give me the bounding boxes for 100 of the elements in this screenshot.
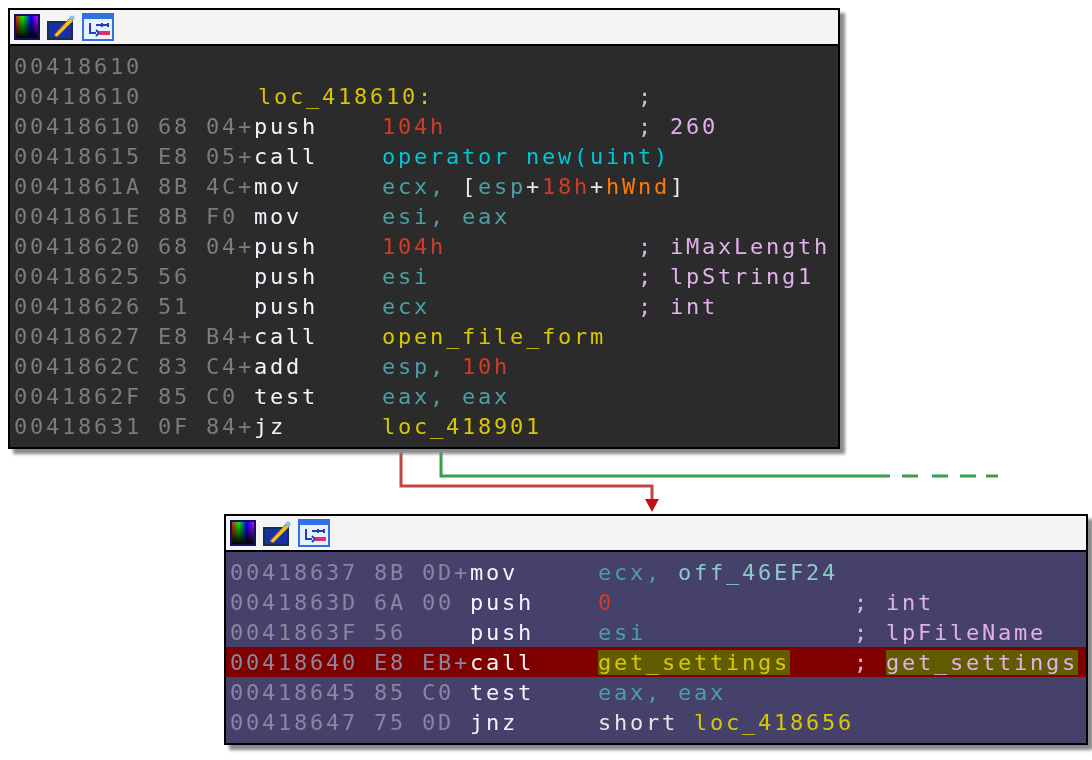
code-line[interactable]: 0041861A 8B 4C+mov ecx, [esp+18h+hWnd]	[10, 171, 838, 201]
opcode-bytes: 51	[158, 293, 191, 319]
mnemonic: add	[254, 353, 303, 379]
opcode-bytes: 68 04+	[158, 233, 254, 259]
address: 00418615	[14, 143, 143, 169]
opcode-bytes: 75 0D	[374, 709, 455, 735]
code-line[interactable]: 00418620 68 04+push 104h ; iMaxLength	[10, 231, 838, 261]
opcode-bytes: 8B F0	[158, 203, 239, 229]
operand: hWnd	[606, 173, 670, 199]
code-line[interactable]: 00418645 85 C0 test eax, eax	[226, 677, 1086, 707]
code-line[interactable]: 0041861E 8B F0 mov esi, eax	[10, 201, 838, 231]
operand: esi	[382, 263, 430, 289]
opcode-bytes: 0F 84+	[158, 413, 254, 439]
opcode-bytes: E8 B4+	[158, 323, 254, 349]
code-line[interactable]: 00418627 E8 B4+call open_file_form	[10, 321, 838, 351]
address: 00418626	[14, 293, 143, 319]
comment-text: ;	[638, 233, 654, 259]
mnemonic: test	[470, 679, 535, 705]
comment-text: 260	[670, 113, 718, 139]
code-line[interactable]: 0041862C 83 C4+add esp, 10h	[10, 351, 838, 381]
comment-text: iMaxLength	[670, 233, 830, 259]
code-line[interactable]: 00418610 loc_418610: ;	[10, 81, 838, 111]
mnemonic: push	[254, 263, 319, 289]
operand: off_46EF24	[678, 559, 838, 585]
operand: eax,	[382, 383, 446, 409]
address: 00418631	[14, 413, 143, 439]
operand: get_settings	[598, 649, 790, 675]
mnemonic: call	[254, 143, 319, 169]
comment-text: ;	[638, 83, 654, 109]
opcode-bytes: 85 C0	[158, 383, 239, 409]
code-line[interactable]: 00418610 68 04+push 104h ; 260	[10, 111, 838, 141]
pencil-icon[interactable]	[262, 519, 292, 547]
operand: 18h	[542, 173, 590, 199]
operand: esp,	[382, 353, 446, 379]
address: 0041861A	[14, 173, 143, 199]
flow-chart-icon[interactable]	[82, 13, 114, 41]
operand: operator new(uint)	[382, 143, 670, 169]
mnemonic: push	[470, 619, 535, 645]
address: 00418610	[14, 83, 143, 109]
comment-text: int	[886, 589, 934, 615]
address: 00418645	[230, 679, 359, 705]
opcode-bytes: 83 C4+	[158, 353, 254, 379]
code-line[interactable]: 00418615 E8 05+call operator new(uint)	[10, 141, 838, 171]
comment-text: int	[670, 293, 718, 319]
mnemonic: mov	[254, 203, 303, 229]
operand: eax	[462, 383, 510, 409]
comment-text: ;	[854, 619, 870, 645]
operand: ecx,	[382, 173, 446, 199]
mnemonic: push	[254, 113, 319, 139]
operand: ]	[669, 173, 686, 199]
operand: 104h	[382, 113, 446, 139]
operand: 104h	[382, 233, 446, 259]
code-line[interactable]: 0041863D 6A 00 push 0 ; int	[226, 587, 1086, 617]
color-palette-icon[interactable]	[230, 520, 256, 546]
code-line[interactable]: 00418647 75 0D jnz short loc_418656	[226, 707, 1086, 737]
comment-text: ;	[638, 263, 654, 289]
mnemonic: call	[470, 649, 535, 675]
comment-text: ;	[638, 113, 654, 139]
code-line[interactable]: 00418637 8B 0D+mov ecx, off_46EF24	[226, 557, 1086, 587]
code-line[interactable]: 0041863F 56 push esi ; lpFileName	[226, 617, 1086, 647]
address: 00418610	[14, 53, 143, 79]
code-line[interactable]: 00418625 56 push esi ; lpString1	[10, 261, 838, 291]
address: 0041863D	[230, 589, 359, 615]
opcode-bytes: 8B 0D+	[374, 559, 470, 585]
opcode-bytes: 85 C0	[374, 679, 455, 705]
opcode-bytes: 68 04+	[158, 113, 254, 139]
address: 0041863F	[230, 619, 359, 645]
opcode-bytes: E8 EB+	[374, 649, 470, 675]
comment-text: lpString1	[670, 263, 814, 289]
mnemonic: test	[254, 383, 319, 409]
address: 00418625	[14, 263, 143, 289]
operand: esp	[478, 173, 526, 199]
flow-chart-icon[interactable]	[298, 519, 330, 547]
mnemonic: push	[254, 233, 319, 259]
opcode-bytes: 56	[374, 619, 407, 645]
comment-text: lpFileName	[886, 619, 1046, 645]
mnemonic: push	[470, 589, 535, 615]
mnemonic: mov	[470, 559, 519, 585]
code-line[interactable]: 00418626 51 push ecx ; int	[10, 291, 838, 321]
address: 0041862C	[14, 353, 143, 379]
operand: [	[462, 173, 478, 199]
address: 0041861E	[14, 203, 143, 229]
operand: 10h	[462, 353, 510, 379]
address: 00418637	[230, 559, 359, 585]
operand: ecx	[382, 293, 430, 319]
address: 00418640	[230, 649, 359, 675]
address: 00418647	[230, 709, 359, 735]
code-label: loc_418610:	[257, 83, 435, 109]
operand: esi,	[382, 203, 446, 229]
code-line[interactable]: 0041862F 85 C0 test eax, eax	[10, 381, 838, 411]
operand: eax	[462, 203, 510, 229]
address: 0041862F	[14, 383, 143, 409]
opcode-bytes: 8B 4C+	[158, 173, 254, 199]
comment-text: ;	[854, 649, 870, 675]
address: 00418610	[14, 113, 143, 139]
mnemonic: call	[254, 323, 319, 349]
pencil-icon[interactable]	[46, 13, 76, 41]
operand: esi	[598, 619, 646, 645]
code-line[interactable]: 00418631 0F 84+jz loc_418901	[10, 411, 838, 441]
color-palette-icon[interactable]	[14, 14, 40, 40]
